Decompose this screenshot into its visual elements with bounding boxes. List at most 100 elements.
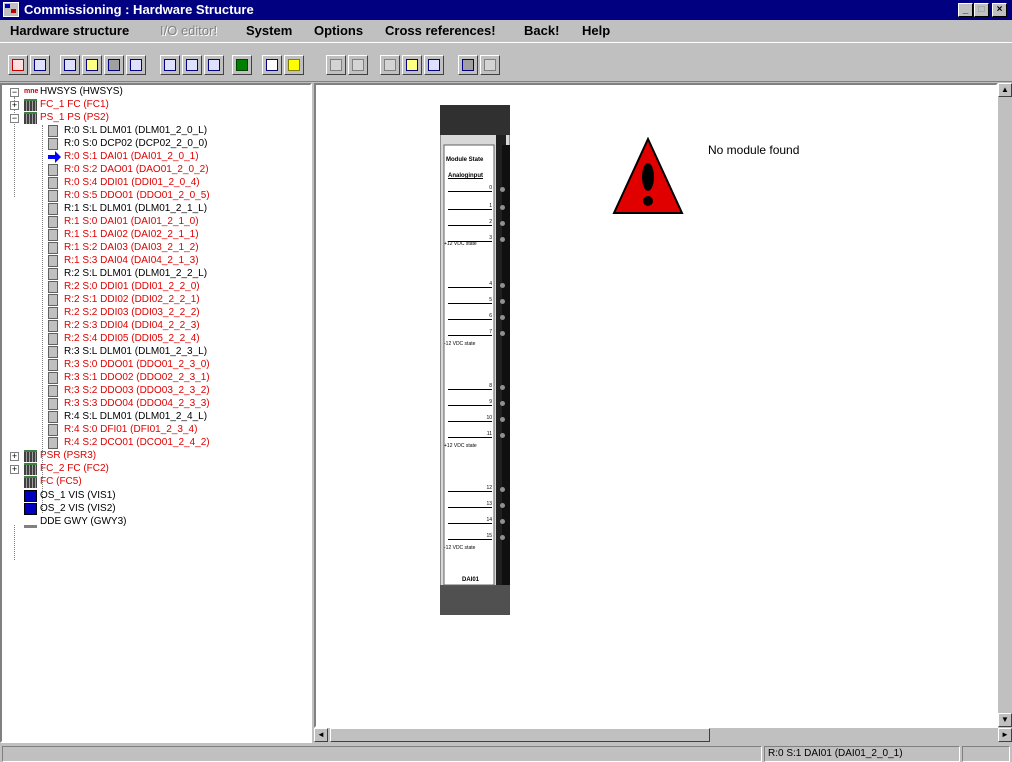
status-bar: R:0 S:1 DAI01 (DAI01_2_0_1) — [0, 744, 1012, 762]
net-icon[interactable] — [424, 55, 444, 75]
tree-item-label: R:1 S:2 DAI03 (DAI03_2_1_2) — [64, 242, 199, 253]
move-icon[interactable] — [326, 55, 346, 75]
window-title: Commissioning : Hardware Structure — [24, 2, 254, 17]
menu-cross-references[interactable]: Cross references! — [385, 23, 496, 38]
tree1-icon[interactable] — [380, 55, 400, 75]
rack-icon — [24, 463, 37, 475]
channel-label: 14 — [448, 517, 492, 524]
channel-led — [500, 401, 505, 406]
menu-back[interactable]: Back! — [524, 23, 559, 38]
status-panel-right — [962, 746, 1010, 762]
scroll-down-button[interactable]: ▼ — [998, 713, 1012, 727]
scroll-thumb[interactable] — [330, 728, 710, 742]
list1-icon[interactable] — [160, 55, 180, 75]
channel-label: 0 — [448, 185, 492, 192]
horizontal-scrollbar[interactable]: ◄ — [314, 728, 998, 743]
view3-icon[interactable] — [104, 55, 124, 75]
minimize-button[interactable]: _ — [958, 3, 973, 17]
rack-icon — [24, 112, 37, 124]
view4-icon[interactable] — [126, 55, 146, 75]
module-state-label: Module State — [446, 157, 484, 163]
close-button[interactable]: × — [992, 3, 1007, 17]
app-icon[interactable] — [3, 2, 19, 17]
channel-label: 10 — [448, 415, 492, 422]
tree-item-label: R:1 S:1 DAI02 (DAI02_2_1_1) — [64, 229, 199, 240]
module-icon — [48, 190, 58, 202]
module-icon — [48, 424, 58, 436]
channel-led — [500, 237, 505, 242]
tree-item-label: R:4 S:L DLM01 (DLM01_2_4_L) — [64, 411, 208, 422]
list2-icon[interactable] — [182, 55, 202, 75]
module-icon — [48, 307, 58, 319]
channel-label: 5 — [448, 297, 492, 304]
tree2-icon[interactable] — [402, 55, 422, 75]
expand-button[interactable]: + — [10, 452, 19, 461]
scroll-up-button[interactable]: ▲ — [998, 83, 1012, 97]
list3-icon[interactable] — [204, 55, 224, 75]
menu-system[interactable]: System — [246, 23, 292, 38]
edit-icon[interactable] — [8, 55, 28, 75]
tree-item-label: R:0 S:0 DCP02 (DCP02_2_0_0) — [64, 138, 208, 149]
tree-item-label: R:3 S:L DLM01 (DLM01_2_3_L) — [64, 346, 208, 357]
view1-icon[interactable] — [60, 55, 80, 75]
menu-hardware-structure[interactable]: Hardware structure — [10, 23, 129, 38]
module-icon — [48, 164, 58, 176]
tree-item-label: FC_1 FC (FC1) — [40, 99, 109, 110]
status-text: R:0 S:1 DAI01 (DAI01_2_0_1) — [764, 746, 960, 762]
expand-button[interactable]: + — [10, 465, 19, 474]
rack-icon — [24, 476, 37, 488]
expand-button[interactable]: + — [10, 101, 19, 110]
tree-item-label: R:4 S:0 DFI01 (DFI01_2_3_4) — [64, 424, 198, 435]
module-icon — [48, 138, 58, 150]
tree-item-label: R:3 S:2 DDO03 (DDO03_2_3_2) — [64, 385, 210, 396]
module-icon — [48, 411, 58, 423]
channel-led — [500, 417, 505, 422]
collapse-button[interactable]: − — [10, 88, 19, 97]
menu-help[interactable]: Help — [582, 23, 610, 38]
menu-bar: Hardware structure I/O editor! System Op… — [0, 20, 1012, 42]
star-icon[interactable] — [348, 55, 368, 75]
channel-label: 9 — [448, 399, 492, 406]
channel-label: 11 — [448, 431, 492, 438]
tree-item-label: R:1 S:3 DAI04 (DAI04_2_1_3) — [64, 255, 199, 266]
module-icon — [48, 294, 58, 306]
tree-item-label: OS_1 VIS (VIS1) — [40, 490, 116, 501]
module-icon — [48, 177, 58, 189]
print-icon[interactable] — [262, 55, 282, 75]
module-icon — [48, 255, 58, 267]
channel-label: 4 — [448, 281, 492, 288]
module-icon — [48, 385, 58, 397]
module-icon — [48, 203, 58, 215]
help-icon[interactable] — [284, 55, 304, 75]
menu-options[interactable]: Options — [314, 23, 363, 38]
tree-item-label: R:2 S:0 DDI01 (DDI01_2_2_0) — [64, 281, 200, 292]
hardware-tree[interactable]: − mne HWSYS (HWSYS) FC_1 FC (FC1) + PS_1 P… — [0, 83, 312, 743]
bin1-icon[interactable] — [458, 55, 478, 75]
vdc-state-2: -12 VDC state — [444, 341, 476, 347]
scroll-right-corner[interactable]: ► — [998, 728, 1012, 742]
tree-item-label: OS_2 VIS (VIS2) — [40, 503, 116, 514]
channel-led — [500, 331, 505, 336]
channel-label: 6 — [448, 313, 492, 320]
no-module-message: No module found — [708, 143, 800, 157]
collapse-button[interactable]: − — [10, 114, 19, 123]
tree-item-label: DDE GWY (GWY3) — [40, 516, 127, 527]
view2-icon[interactable] — [82, 55, 102, 75]
tree-item-label: R:3 S:1 DDO02 (DDO02_2_3_1) — [64, 372, 210, 383]
bin2-icon[interactable] — [480, 55, 500, 75]
maximize-button[interactable]: □ — [974, 3, 989, 17]
vdc-state-3: +12 VDC state — [444, 443, 477, 449]
module-icon — [48, 268, 58, 280]
module-icon — [48, 333, 58, 345]
tree-item-label: R:0 S:2 DAO01 (DAO01_2_0_2) — [64, 164, 209, 175]
window-icon[interactable] — [30, 55, 50, 75]
back-arrow-icon[interactable] — [232, 55, 252, 75]
tree-item-label: PSR (PSR3) — [40, 450, 97, 461]
channel-led — [500, 433, 505, 438]
tree-item-label: R:2 S:2 DDI03 (DDI03_2_2_2) — [64, 307, 200, 318]
channel-label: 12 — [448, 485, 492, 492]
vertical-scrollbar[interactable]: ▲ ▼ ► — [998, 83, 1012, 743]
menu-io-editor[interactable]: I/O editor! — [160, 23, 217, 38]
tree-item-label: FC (FC5) — [40, 476, 82, 487]
scroll-left-button[interactable]: ◄ — [314, 728, 328, 742]
